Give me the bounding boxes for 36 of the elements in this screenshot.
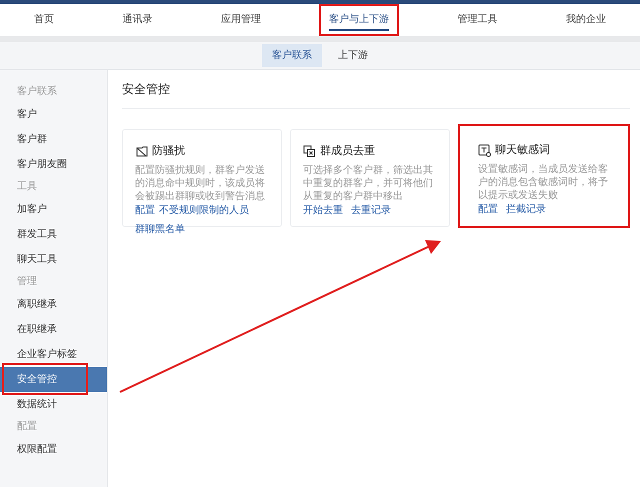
sidebar-item[interactable]: 权限配置 bbox=[0, 437, 107, 462]
card-link[interactable]: 群聊黑名单 bbox=[135, 222, 185, 236]
card-link[interactable]: 配置 bbox=[478, 202, 498, 216]
card-title: 聊天敏感词 bbox=[495, 142, 550, 158]
sidebar-heading: 管理 bbox=[16, 275, 38, 289]
sub-tab[interactable]: 客户联系 bbox=[262, 44, 322, 67]
sidebar-heading: 工具 bbox=[16, 180, 38, 194]
sidebar-item[interactable]: 聊天工具 bbox=[0, 247, 107, 272]
card-link[interactable]: 配置 bbox=[135, 202, 155, 218]
card-description: 配置防骚扰规则，群客户发送的消息命中规则时，该成员将会被踢出群聊或收到警告消息 bbox=[135, 164, 266, 202]
card-link[interactable]: 拦截记录 bbox=[506, 202, 546, 216]
sidebar-heading: 客户联系 bbox=[16, 84, 58, 99]
nav-tab[interactable]: 应用管理 bbox=[210, 4, 271, 36]
sidebar-item[interactable]: 离职继承 bbox=[0, 292, 107, 317]
card-title: 防骚扰 bbox=[152, 143, 185, 159]
card-description: 设置敏感词，当成员发送给客户的消息包含敏感词时，将予以提示或发送失败 bbox=[478, 162, 609, 202]
sidebar-heading: 配置 bbox=[16, 420, 38, 434]
card-link[interactable]: 不受规则限制的人员 bbox=[159, 202, 249, 218]
sidebar-item[interactable]: 企业客户标签 bbox=[0, 342, 107, 367]
sidebar-item[interactable]: 数据统计 bbox=[0, 392, 107, 417]
nav-tab[interactable]: 首页 bbox=[24, 4, 64, 36]
nav-tab[interactable]: 通讯录 bbox=[112, 4, 162, 36]
sidebar-item[interactable]: 客户群 bbox=[0, 127, 107, 152]
sidebar-item[interactable]: 客户 bbox=[0, 102, 107, 127]
page-title: 安全管控 bbox=[122, 80, 630, 109]
card-title: 群成员去重 bbox=[320, 143, 375, 159]
card-description: 可选择多个客户群，筛选出其中重复的群客户，并可将他们从重复的客户群中移出 bbox=[303, 164, 434, 202]
sidebar-item[interactable]: 客户朋友圈 bbox=[0, 152, 107, 177]
sidebar-item[interactable]: 在职继承 bbox=[0, 317, 107, 342]
sub-tab[interactable]: 上下游 bbox=[328, 44, 378, 67]
sidebar-item[interactable]: 加客户 bbox=[0, 197, 107, 222]
nav-tab[interactable]: 管理工具 bbox=[447, 4, 508, 36]
nav-tab[interactable]: 我的企业 bbox=[556, 4, 616, 36]
card-link[interactable]: 去重记录 bbox=[351, 202, 391, 218]
card-link[interactable]: 开始去重 bbox=[303, 202, 343, 218]
sidebar-item[interactable]: 群发工具 bbox=[0, 222, 107, 247]
